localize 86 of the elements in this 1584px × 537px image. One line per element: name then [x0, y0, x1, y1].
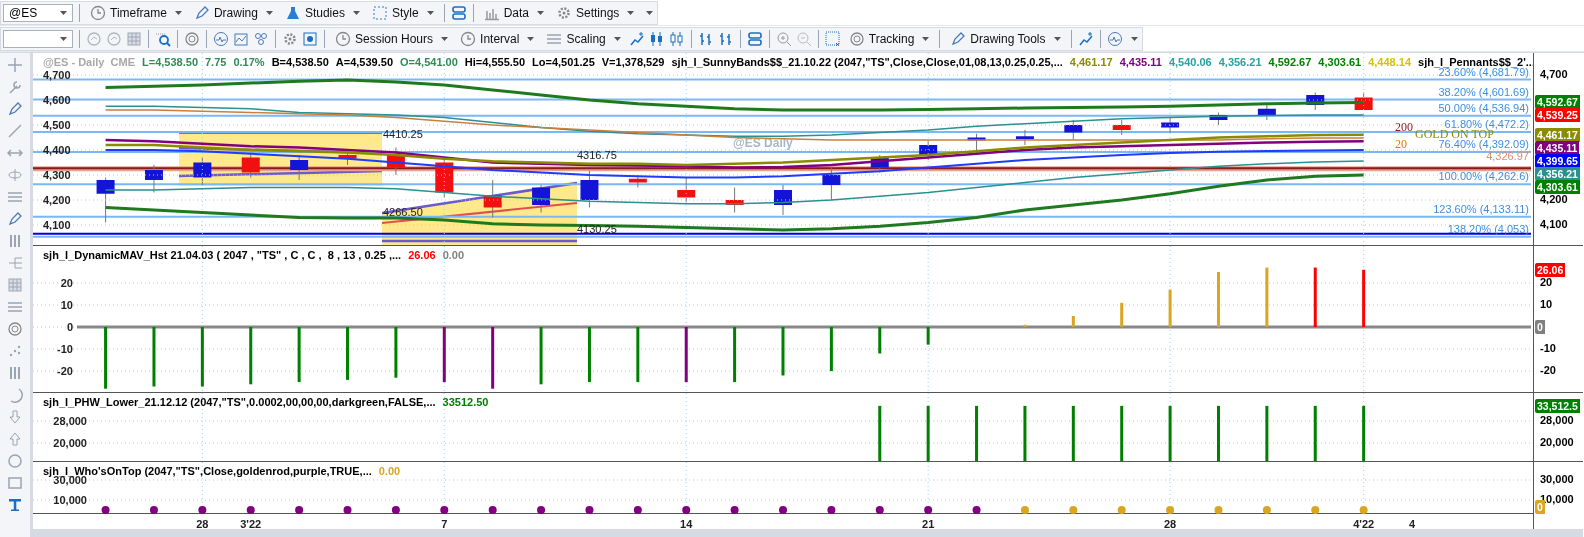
study-reading: 4,461.17: [1069, 56, 1113, 68]
toolbar-menu[interactable]: Scaling: [542, 28, 625, 49]
date-label: 28: [196, 518, 209, 530]
toolbar-menu[interactable]: Drawing Tools: [946, 28, 1065, 49]
axis-label: 28,000: [1540, 414, 1574, 426]
quote-value: Hi=4,555.50: [464, 56, 526, 68]
fibonacci-label: 100.00% (4,262.6): [1438, 170, 1529, 183]
price-tag: 4,539.25: [1535, 108, 1580, 123]
chart-note: 20: [1395, 137, 1407, 151]
axis-label: 4,500: [43, 119, 71, 131]
quote-value: L=4,538.50: [142, 56, 198, 68]
axis-label: 20: [60, 277, 73, 289]
axis-label: 28,000: [53, 415, 87, 427]
axis-label: -10: [57, 343, 73, 356]
axis-label: 4,600: [43, 94, 71, 106]
date-label: 4'22: [1353, 518, 1375, 530]
axis-label: 4,200: [43, 194, 71, 206]
value-tag: 0: [1535, 500, 1545, 514]
toolbar-menu[interactable]: Timeframe: [86, 2, 186, 23]
study-reading: 33512.50: [442, 396, 489, 408]
axis-label: 30,000: [1540, 473, 1574, 485]
axis-label: 20,000: [1540, 436, 1574, 448]
axis-label: 4,300: [43, 169, 71, 181]
chart-note: 200: [1395, 120, 1413, 134]
fibonacci-label: 123.60% (4,133.11): [1433, 202, 1529, 215]
study-reading: 4,540.06: [1168, 56, 1212, 68]
study-reading: 4,448.14: [1368, 56, 1411, 68]
date-label: 21: [922, 518, 935, 530]
study-label: sjh_I_Who'sOnTop (2047,"TS",Close,goldenrod,purple,TRUE,...: [43, 465, 372, 477]
quote-value: Lo=4,501.25: [532, 56, 595, 68]
axis-label: 10: [1540, 298, 1553, 310]
date-label: 3'22: [240, 518, 262, 530]
quote-value: 0.17%: [233, 56, 265, 68]
date-label: 28: [1163, 518, 1177, 530]
study-reading: 4,303.61: [1318, 56, 1362, 68]
value-tag: 0: [1535, 320, 1545, 335]
fibonacci-label: 38.20% (4,601.69): [1438, 85, 1529, 98]
toolbar-menu[interactable]: Data: [479, 2, 548, 23]
toolbar-menu[interactable]: Session Hours: [331, 28, 453, 49]
study-label: sjh_I_SunnyBands$$_21.10.22 (2047,"TS",Close,Close,01,08,13,0.25,0.25,...: [671, 56, 1063, 68]
toolbar-menu[interactable]: Drawing: [189, 2, 277, 23]
axis-label: 10: [60, 299, 73, 311]
toolbar-menu[interactable]: Style: [367, 2, 438, 23]
axis-label: 4,700: [43, 69, 71, 81]
quote-value: B=4,538.50: [271, 56, 329, 68]
axis-label: 10,000: [53, 494, 87, 506]
date-label: 4: [1408, 518, 1416, 530]
study-label: sjh_I_PHW_Lower_21.12.12 (2047,"TS",0.0002,00,00,00,darkgreen,FALSE,...: [43, 396, 436, 408]
quote-value: A=4,539.50: [335, 56, 393, 68]
study-reading: 0.00: [442, 249, 465, 261]
study-reading: 4,356.21: [1218, 56, 1262, 68]
study-reading: 4,435.11: [1119, 56, 1162, 68]
fibonacci-label: 76.40% (4,392.09): [1438, 138, 1529, 150]
date-label: 7: [441, 518, 448, 530]
toolbar-menu[interactable]: Settings: [552, 2, 639, 23]
study-reading: 26.06: [408, 249, 436, 261]
fibonacci-label: 50.00% (4,536.94): [1438, 101, 1529, 114]
axis-label: 4,100: [43, 219, 71, 231]
axis-label: -20: [57, 365, 73, 378]
toolbar-menu[interactable]: Studies: [280, 2, 364, 23]
axis-label: -10: [1540, 342, 1556, 355]
symbol-dropdown[interactable]: @ES: [3, 3, 73, 22]
quote-value: O=4,541.00: [400, 56, 458, 68]
quote-value: V=1,378,529: [601, 56, 665, 68]
study-label: sjh_I_DynamicMAV_Hst 21.04.03 ( 2047 , "TS" , C , C , 8 , 13 , 0.25 ,...: [43, 249, 402, 261]
axis-label: 20: [1540, 276, 1553, 288]
axis-label: 20,000: [53, 437, 87, 449]
study-reading: 0.00: [378, 465, 401, 477]
axis-label: 0: [66, 321, 73, 334]
toolbar-menu[interactable]: Interval: [456, 28, 539, 49]
price-level-label: 4,326.97: [1486, 150, 1529, 163]
study-reading: 4,592.67: [1268, 56, 1312, 68]
axis-label: 4,200: [1540, 193, 1568, 205]
date-label: 14: [680, 518, 693, 530]
axis-label: 4,100: [1540, 218, 1568, 230]
axis-label: 30,000: [53, 474, 87, 486]
quote-value: @ES - Daily CME: [43, 56, 136, 68]
fibonacci-label: 138.20% (4,053): [1447, 222, 1529, 235]
value-tag: 33,512.5: [1535, 399, 1580, 413]
value-tag: 26.06: [1535, 262, 1566, 277]
price-tag: 4,592.67: [1535, 94, 1580, 109]
toolbar-menu[interactable]: Tracking: [844, 28, 934, 49]
axis-label: -20: [1540, 364, 1556, 377]
quote-value: 7.75: [205, 56, 227, 68]
axis-label: 4,700: [1540, 68, 1568, 80]
price-tag: 4,461.17: [1535, 127, 1580, 142]
